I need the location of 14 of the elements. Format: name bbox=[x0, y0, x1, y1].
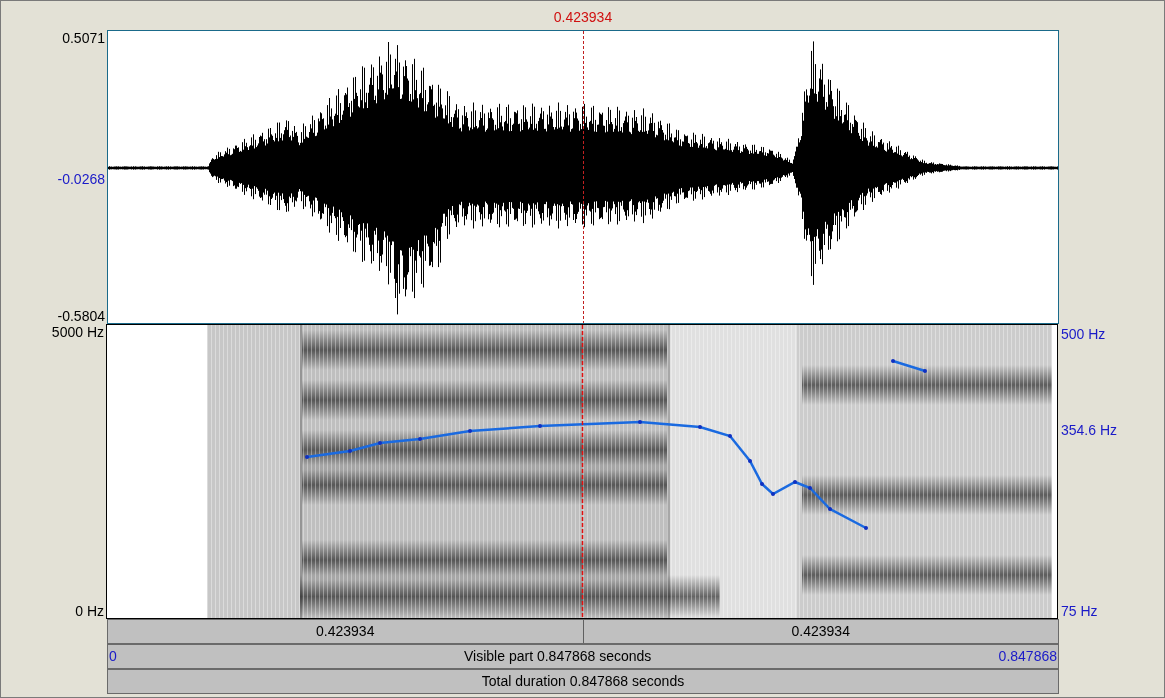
end-time: 0.847868 bbox=[998, 647, 1057, 666]
frequency-max-label: 5000 Hz bbox=[51, 324, 104, 340]
total-duration-bar[interactable]: Total duration 0.847868 seconds bbox=[107, 669, 1059, 694]
frequency-min-label: 0 Hz bbox=[75, 603, 104, 619]
pitch-max-label: 500 Hz bbox=[1061, 326, 1107, 342]
amplitude-max-label: 0.5071 bbox=[62, 30, 105, 46]
start-time: 0 bbox=[109, 647, 117, 666]
amplitude-mid-label: -0.0268 bbox=[57, 171, 105, 187]
cursor-time: 0.423934 bbox=[553, 8, 613, 27]
visible-part-bar[interactable]: 0 Visible part 0.847868 seconds 0.847868 bbox=[107, 644, 1059, 669]
pitch-mid-label: 354.6 Hz bbox=[1061, 421, 1119, 438]
visible-part-label: Visible part 0.847868 seconds bbox=[464, 647, 652, 666]
pitch-min-label: 75 Hz bbox=[1061, 603, 1099, 619]
amplitude-min-label: -0.5804 bbox=[57, 308, 105, 324]
